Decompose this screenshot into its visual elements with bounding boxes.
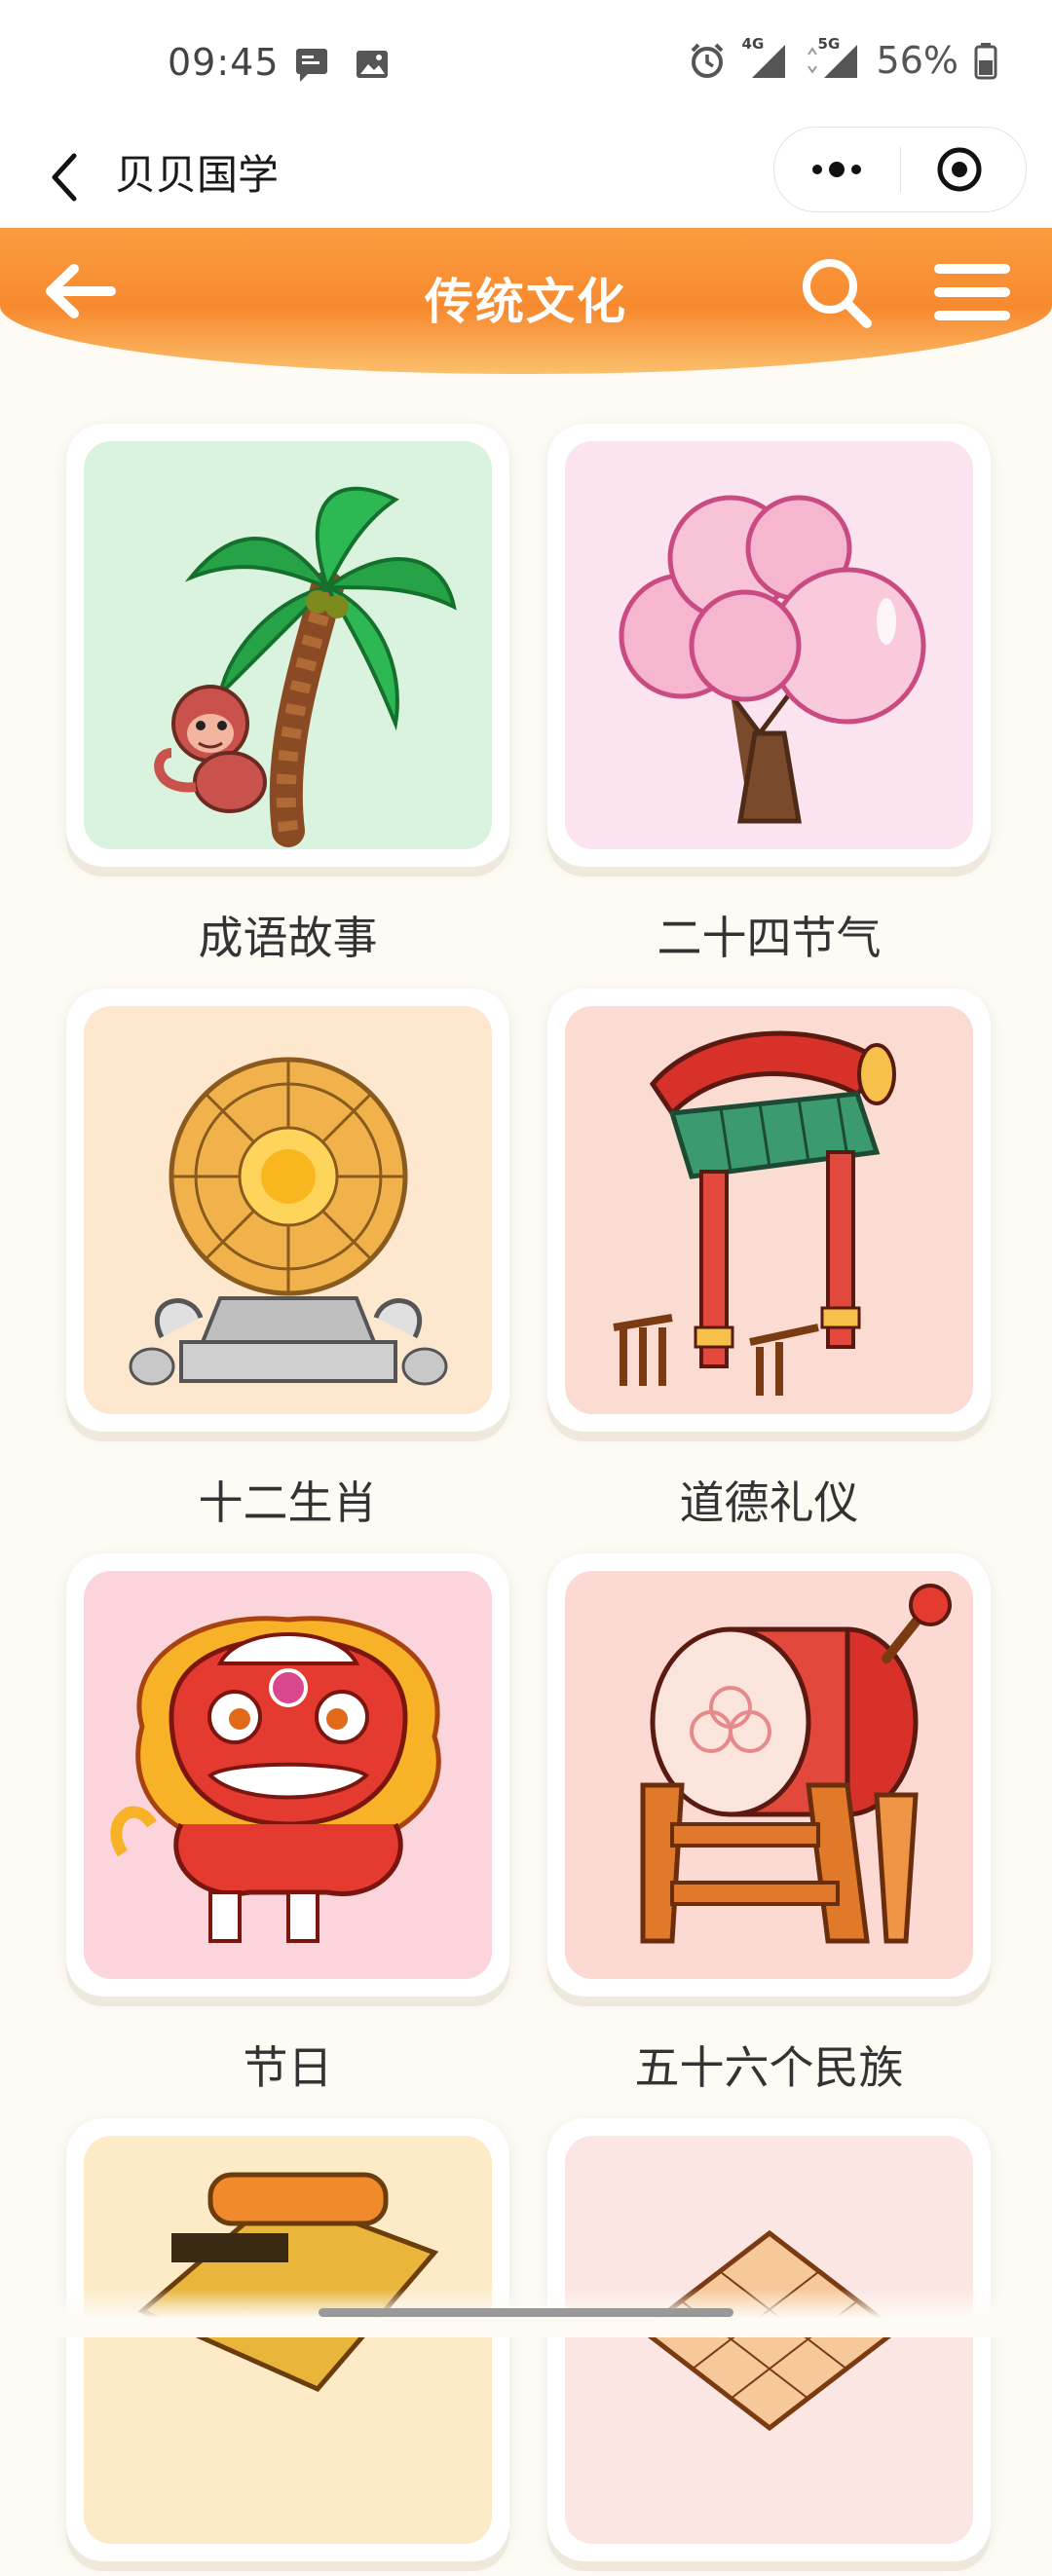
category-card-solar-terms[interactable]: 二十四节气	[547, 424, 991, 964]
image-notification-icon	[353, 45, 392, 84]
category-label: 节日	[243, 2041, 333, 2094]
category-card-festivals[interactable]: 节日	[66, 1553, 509, 2094]
page-title: 传统文化	[425, 274, 627, 330]
category-label: 二十四节气	[657, 912, 882, 964]
battery-percentage: 56%	[876, 39, 958, 82]
cherry-blossom-tree-icon	[565, 441, 973, 849]
category-label: 五十六个民族	[634, 2041, 904, 2094]
signal-5g-icon: 5G	[805, 35, 861, 80]
category-card-ethnic-groups[interactable]: 五十六个民族	[547, 1553, 991, 2094]
network-label-5g: 5G	[817, 35, 841, 53]
scroll-book-icon	[84, 2136, 492, 2544]
nav-title: 贝贝国学	[115, 151, 280, 199]
capsule-menu	[773, 127, 1027, 212]
category-label: 道德礼仪	[679, 1476, 859, 1529]
palm-tree-monkey-icon	[84, 441, 492, 849]
category-label: 成语故事	[198, 912, 378, 964]
zodiac-wheel-icon	[84, 1006, 492, 1414]
search-icon[interactable]	[795, 251, 877, 333]
chevron-left-icon[interactable]	[35, 138, 94, 216]
battery-icon	[974, 41, 997, 80]
network-label-4g: 4G	[741, 35, 765, 53]
mini-program-nav-bar: 贝贝国学	[0, 127, 1052, 229]
menu-icon[interactable]	[931, 251, 1013, 333]
category-card-chinese-classics[interactable]	[66, 2118, 509, 2576]
temple-gate-icon	[565, 1006, 973, 1414]
category-label: 十二生肖	[198, 1476, 378, 1529]
status-time: 09:45	[168, 41, 280, 84]
more-dots-icon[interactable]	[798, 139, 876, 200]
drum-icon	[565, 1571, 973, 1979]
category-card-morality-etiquette[interactable]: 道德礼仪	[547, 989, 991, 1529]
category-card-zodiac[interactable]: 十二生肖	[66, 989, 509, 1529]
category-card-idiom-stories[interactable]: 成语故事	[66, 424, 509, 964]
status-bar: 09:45 4G 5G 56%	[0, 0, 1052, 127]
signal-4g-icon: 4G	[742, 35, 789, 80]
capsule-divider	[900, 147, 901, 192]
message-notification-icon	[292, 45, 331, 84]
home-indicator[interactable]	[319, 2308, 733, 2317]
target-close-icon[interactable]	[920, 139, 998, 200]
go-board-icon	[565, 2136, 973, 2544]
page-header: 传统文化	[0, 228, 1052, 374]
alarm-icon	[688, 41, 727, 80]
category-card-go-chess[interactable]	[547, 2118, 991, 2576]
lion-dance-icon	[84, 1571, 492, 1979]
